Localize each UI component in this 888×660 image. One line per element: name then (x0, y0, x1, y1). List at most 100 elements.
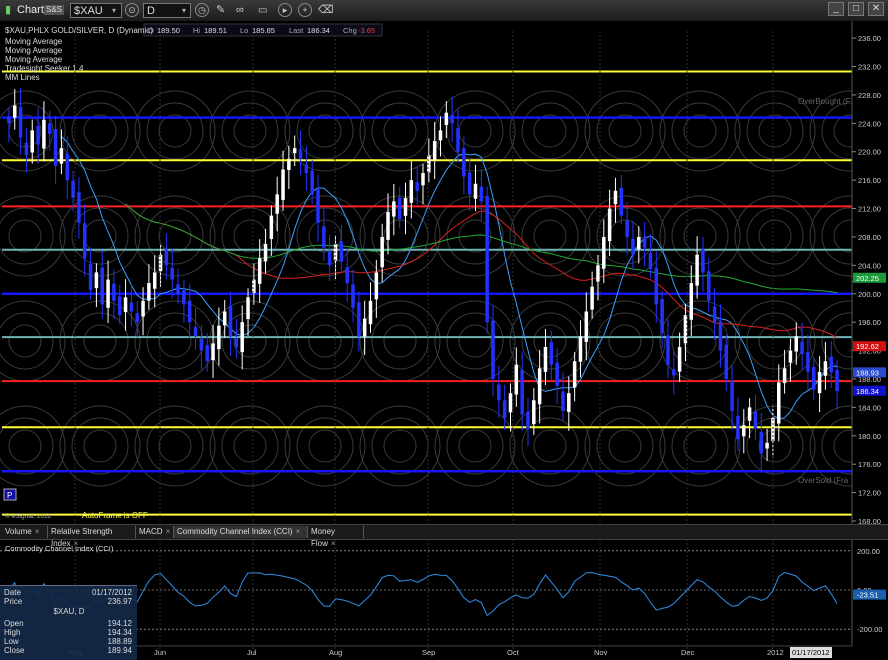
study-label[interactable]: Moving Average (5, 55, 63, 64)
price-tick-label: 212.00 (858, 205, 881, 214)
close-tab-icon[interactable]: × (331, 539, 336, 548)
candle-body (327, 251, 332, 266)
candle-body (695, 254, 699, 286)
date-tick-label: Jun (154, 648, 166, 657)
autoframe-label: AutoFrame is OFF (82, 511, 148, 520)
candle-body (135, 313, 139, 323)
candle-body (362, 318, 367, 337)
link-icon[interactable]: ∞ (236, 3, 244, 18)
candle-body (292, 148, 297, 154)
price-tick-label: 232.00 (858, 63, 881, 72)
candle-body (543, 347, 548, 372)
app-label: Chart (17, 4, 44, 16)
overbought-label: OverBought (F (798, 97, 851, 106)
candle-body (707, 271, 711, 301)
cursor-info-box: Date 01/17/2012 Price 236.97 $XAU, D Open 1… (0, 585, 137, 660)
minimize-button[interactable]: _ (828, 2, 844, 16)
study-tab[interactable]: Volume × (2, 526, 48, 538)
candle-body (450, 114, 454, 124)
candle-body (526, 411, 530, 429)
candle-body (777, 382, 781, 424)
date-tick-label: 2012 (767, 648, 784, 657)
price-tick-label: 216.00 (858, 176, 881, 185)
study-tab-label: Volume (5, 527, 32, 536)
candle-body (502, 400, 507, 419)
symbol-title: $XAU,PHLX GOLD/SILVER, D (Dynamic) (5, 26, 153, 35)
interval-dropdown-icon[interactable]: ▾ (182, 3, 186, 18)
candle-body (403, 197, 408, 216)
pencil-icon[interactable]: ✎ (216, 3, 225, 18)
candle-body (397, 197, 402, 220)
candle-body (800, 341, 804, 355)
symbol-search-icon[interactable]: ⊙ (125, 3, 139, 17)
candle-body (432, 141, 437, 161)
price-tick-label: 208.00 (858, 233, 881, 242)
candle-body (158, 254, 163, 272)
candle-body (193, 326, 198, 337)
candle-body (829, 356, 834, 373)
link-badge[interactable]: S&S (44, 5, 65, 15)
price-tag-label: 192.62 (856, 342, 879, 351)
candle-body (491, 320, 495, 379)
candle-body (129, 302, 134, 312)
chart-canvas[interactable]: 236.00 232.00 228.00 224.00 220.00 216.00 212.… (0, 21, 888, 659)
open-value: 189.50 (157, 26, 180, 35)
candle-body (252, 279, 256, 294)
candle-body (642, 236, 647, 248)
candle-body (47, 123, 52, 134)
play-icon[interactable]: ▸ (278, 3, 292, 17)
study-tab[interactable]: Relative Strength Index × (48, 526, 136, 548)
study-label[interactable]: Moving Average (5, 46, 63, 55)
candle-body (187, 300, 192, 323)
price-tick-label: 196.00 (858, 318, 881, 327)
study-tab[interactable]: Commodity Channel Index (CCI) × (174, 526, 308, 538)
display-icon[interactable]: ▭ (258, 3, 267, 18)
candle-body (18, 107, 23, 138)
candle-body (36, 125, 40, 145)
candle-body (211, 343, 215, 361)
price-tick-label: 224.00 (858, 119, 881, 128)
candle-body (123, 297, 128, 313)
candle-body (444, 112, 449, 125)
close-tab-icon[interactable]: × (166, 527, 171, 536)
eraser-icon[interactable]: ⌫ (318, 3, 334, 18)
cursor-date-label: 01/17/2012 (792, 648, 830, 657)
candle-body (753, 411, 758, 429)
candle-body (240, 322, 244, 353)
close-button[interactable]: ✕ (868, 2, 884, 16)
candle-body (65, 153, 69, 181)
study-tab[interactable]: MACD × (136, 526, 174, 538)
candle-body (53, 129, 58, 166)
close-tab-icon[interactable]: × (74, 539, 79, 548)
candle-body (298, 149, 303, 159)
clock-icon[interactable]: ◷ (195, 3, 209, 17)
p-marker-label: P (7, 491, 12, 500)
study-label[interactable]: Moving Average (5, 37, 63, 46)
date-tick-label: Oct (507, 648, 520, 657)
candle-body (351, 284, 355, 308)
candle-body (59, 148, 64, 164)
candle-body (637, 236, 641, 250)
plus-icon[interactable]: + (298, 3, 312, 17)
candle-body (333, 244, 338, 261)
candle-body (654, 267, 659, 305)
study-tab[interactable]: Money Flow × (308, 526, 364, 548)
date-tick-label: Nov (594, 648, 608, 657)
study-label[interactable]: MM Lines (5, 73, 40, 82)
close-tab-icon[interactable]: × (35, 527, 40, 536)
candle-body (269, 215, 274, 239)
price-tag-label: 186.34 (856, 387, 879, 396)
candle-body (275, 194, 279, 214)
candle-body (672, 369, 676, 376)
candle-body (590, 286, 594, 310)
maximize-button[interactable]: □ (848, 2, 864, 16)
candle-body (106, 279, 110, 308)
study-label[interactable]: Tradesight Seeker 1.4 (5, 64, 84, 73)
price-tick-label: 180.00 (858, 432, 881, 441)
symbol-dropdown-icon[interactable]: ▾ (112, 3, 116, 18)
candle-body (94, 272, 99, 289)
close-tab-icon[interactable]: × (296, 527, 301, 536)
change-label: Chg (343, 26, 357, 35)
candle-body (386, 212, 390, 240)
candle-body (788, 350, 793, 363)
